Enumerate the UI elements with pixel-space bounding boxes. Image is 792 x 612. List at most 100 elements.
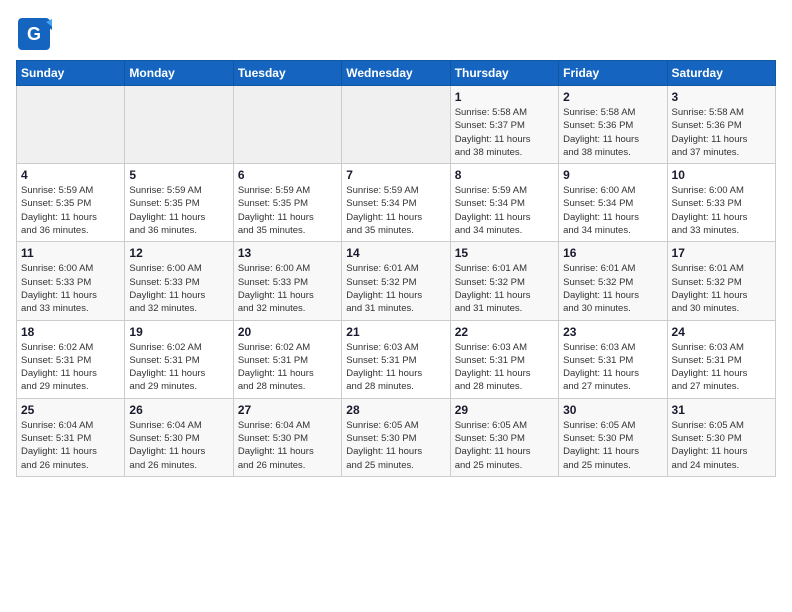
- calendar-week-row: 11 Sunrise: 6:00 AM Sunset: 5:33 PM Dayli…: [17, 242, 776, 320]
- day-info: Sunrise: 6:01 AM Sunset: 5:32 PM Dayligh…: [346, 262, 445, 315]
- calendar-cell: 16 Sunrise: 6:01 AM Sunset: 5:32 PM Dayli…: [559, 242, 667, 320]
- day-info: Sunrise: 5:59 AM Sunset: 5:35 PM Dayligh…: [21, 184, 120, 237]
- day-number: 10: [672, 168, 771, 182]
- day-info: Sunrise: 5:59 AM Sunset: 5:35 PM Dayligh…: [129, 184, 228, 237]
- calendar-cell: 20 Sunrise: 6:02 AM Sunset: 5:31 PM Dayli…: [233, 320, 341, 398]
- day-info: Sunrise: 6:04 AM Sunset: 5:30 PM Dayligh…: [129, 419, 228, 472]
- weekday-header-row: SundayMondayTuesdayWednesdayThursdayFrid…: [17, 61, 776, 86]
- calendar-cell: 26 Sunrise: 6:04 AM Sunset: 5:30 PM Dayli…: [125, 398, 233, 476]
- day-info: Sunrise: 6:02 AM Sunset: 5:31 PM Dayligh…: [238, 341, 337, 394]
- calendar-cell: 18 Sunrise: 6:02 AM Sunset: 5:31 PM Dayli…: [17, 320, 125, 398]
- day-number: 11: [21, 246, 120, 260]
- day-info: Sunrise: 6:01 AM Sunset: 5:32 PM Dayligh…: [455, 262, 554, 315]
- day-info: Sunrise: 6:01 AM Sunset: 5:32 PM Dayligh…: [563, 262, 662, 315]
- calendar-cell: 7 Sunrise: 5:59 AM Sunset: 5:34 PM Daylig…: [342, 164, 450, 242]
- day-info: Sunrise: 6:00 AM Sunset: 5:33 PM Dayligh…: [21, 262, 120, 315]
- day-number: 24: [672, 325, 771, 339]
- day-number: 6: [238, 168, 337, 182]
- calendar-week-row: 4 Sunrise: 5:59 AM Sunset: 5:35 PM Daylig…: [17, 164, 776, 242]
- day-number: 4: [21, 168, 120, 182]
- calendar-cell: 27Sunrise: 6:04 AM Sunset: 5:30 PM Dayli…: [233, 398, 341, 476]
- day-info: Sunrise: 6:03 AM Sunset: 5:31 PM Dayligh…: [346, 341, 445, 394]
- day-info: Sunrise: 6:00 AM Sunset: 5:33 PM Dayligh…: [129, 262, 228, 315]
- day-number: 20: [238, 325, 337, 339]
- calendar-cell: [17, 86, 125, 164]
- calendar-cell: 3 Sunrise: 5:58 AM Sunset: 5:36 PM Daylig…: [667, 86, 775, 164]
- calendar-cell: 15 Sunrise: 6:01 AM Sunset: 5:32 PM Dayli…: [450, 242, 558, 320]
- calendar-week-row: 18 Sunrise: 6:02 AM Sunset: 5:31 PM Dayli…: [17, 320, 776, 398]
- calendar-cell: 29 Sunrise: 6:05 AM Sunset: 5:30 PM Dayli…: [450, 398, 558, 476]
- day-info: Sunrise: 6:03 AM Sunset: 5:31 PM Dayligh…: [672, 341, 771, 394]
- calendar-cell: 12 Sunrise: 6:00 AM Sunset: 5:33 PM Dayli…: [125, 242, 233, 320]
- day-number: 15: [455, 246, 554, 260]
- calendar-cell: 11 Sunrise: 6:00 AM Sunset: 5:33 PM Dayli…: [17, 242, 125, 320]
- calendar-cell: 24 Sunrise: 6:03 AM Sunset: 5:31 PM Dayli…: [667, 320, 775, 398]
- calendar-cell: 21 Sunrise: 6:03 AM Sunset: 5:31 PM Dayli…: [342, 320, 450, 398]
- day-number: 31: [672, 403, 771, 417]
- day-info: Sunrise: 6:00 AM Sunset: 5:34 PM Dayligh…: [563, 184, 662, 237]
- day-number: 1: [455, 90, 554, 104]
- day-number: 19: [129, 325, 228, 339]
- day-number: 13: [238, 246, 337, 260]
- calendar-cell: 30Sunrise: 6:05 AM Sunset: 5:30 PM Dayli…: [559, 398, 667, 476]
- day-info: Sunrise: 6:03 AM Sunset: 5:31 PM Dayligh…: [563, 341, 662, 394]
- day-number: 14: [346, 246, 445, 260]
- calendar-cell: 22Sunrise: 6:03 AM Sunset: 5:31 PM Dayli…: [450, 320, 558, 398]
- logo: G: [16, 16, 56, 52]
- calendar-cell: 19 Sunrise: 6:02 AM Sunset: 5:31 PM Dayli…: [125, 320, 233, 398]
- day-number: 12: [129, 246, 228, 260]
- day-number: 30: [563, 403, 662, 417]
- day-info: Sunrise: 5:59 AM Sunset: 5:34 PM Dayligh…: [346, 184, 445, 237]
- day-number: 29: [455, 403, 554, 417]
- weekday-header: Monday: [125, 61, 233, 86]
- day-number: 28: [346, 403, 445, 417]
- calendar-cell: 8 Sunrise: 5:59 AM Sunset: 5:34 PM Daylig…: [450, 164, 558, 242]
- day-number: 2: [563, 90, 662, 104]
- day-info: Sunrise: 5:59 AM Sunset: 5:35 PM Dayligh…: [238, 184, 337, 237]
- day-number: 17: [672, 246, 771, 260]
- day-number: 26: [129, 403, 228, 417]
- day-number: 25: [21, 403, 120, 417]
- day-number: 16: [563, 246, 662, 260]
- weekday-header: Saturday: [667, 61, 775, 86]
- calendar-cell: 2Sunrise: 5:58 AM Sunset: 5:36 PM Daylig…: [559, 86, 667, 164]
- calendar-cell: 14 Sunrise: 6:01 AM Sunset: 5:32 PM Dayli…: [342, 242, 450, 320]
- day-number: 18: [21, 325, 120, 339]
- day-number: 9: [563, 168, 662, 182]
- day-number: 7: [346, 168, 445, 182]
- calendar-cell: 5 Sunrise: 5:59 AM Sunset: 5:35 PM Daylig…: [125, 164, 233, 242]
- day-info: Sunrise: 6:00 AM Sunset: 5:33 PM Dayligh…: [672, 184, 771, 237]
- day-info: Sunrise: 5:58 AM Sunset: 5:37 PM Dayligh…: [455, 106, 554, 159]
- calendar-cell: 25Sunrise: 6:04 AM Sunset: 5:31 PM Dayli…: [17, 398, 125, 476]
- day-info: Sunrise: 6:05 AM Sunset: 5:30 PM Dayligh…: [455, 419, 554, 472]
- day-number: 27: [238, 403, 337, 417]
- day-info: Sunrise: 6:02 AM Sunset: 5:31 PM Dayligh…: [129, 341, 228, 394]
- day-number: 5: [129, 168, 228, 182]
- day-info: Sunrise: 5:58 AM Sunset: 5:36 PM Dayligh…: [672, 106, 771, 159]
- calendar-cell: 9 Sunrise: 6:00 AM Sunset: 5:34 PM Daylig…: [559, 164, 667, 242]
- day-info: Sunrise: 6:05 AM Sunset: 5:30 PM Dayligh…: [672, 419, 771, 472]
- calendar-cell: [233, 86, 341, 164]
- day-number: 23: [563, 325, 662, 339]
- logo-icon: G: [16, 16, 52, 52]
- calendar-cell: 28 Sunrise: 6:05 AM Sunset: 5:30 PM Dayli…: [342, 398, 450, 476]
- day-info: Sunrise: 6:02 AM Sunset: 5:31 PM Dayligh…: [21, 341, 120, 394]
- day-number: 8: [455, 168, 554, 182]
- calendar-cell: [125, 86, 233, 164]
- svg-text:G: G: [27, 24, 41, 44]
- day-info: Sunrise: 5:59 AM Sunset: 5:34 PM Dayligh…: [455, 184, 554, 237]
- calendar: SundayMondayTuesdayWednesdayThursdayFrid…: [16, 60, 776, 477]
- weekday-header: Sunday: [17, 61, 125, 86]
- calendar-cell: 23 Sunrise: 6:03 AM Sunset: 5:31 PM Dayli…: [559, 320, 667, 398]
- day-number: 21: [346, 325, 445, 339]
- day-info: Sunrise: 6:00 AM Sunset: 5:33 PM Dayligh…: [238, 262, 337, 315]
- day-info: Sunrise: 6:05 AM Sunset: 5:30 PM Dayligh…: [346, 419, 445, 472]
- header: G: [16, 16, 776, 52]
- calendar-week-row: 1 Sunrise: 5:58 AM Sunset: 5:37 PM Daylig…: [17, 86, 776, 164]
- day-info: Sunrise: 6:01 AM Sunset: 5:32 PM Dayligh…: [672, 262, 771, 315]
- day-number: 22: [455, 325, 554, 339]
- weekday-header: Friday: [559, 61, 667, 86]
- day-number: 3: [672, 90, 771, 104]
- calendar-cell: 4 Sunrise: 5:59 AM Sunset: 5:35 PM Daylig…: [17, 164, 125, 242]
- weekday-header: Wednesday: [342, 61, 450, 86]
